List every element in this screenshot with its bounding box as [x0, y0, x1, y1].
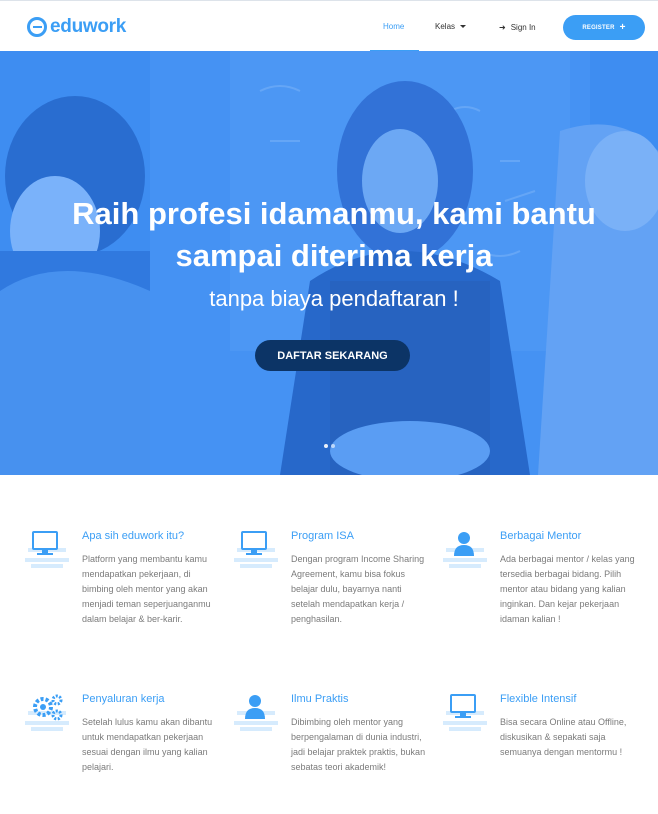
feature-title: Ilmu Praktis	[291, 693, 349, 705]
feature-description: Platform yang membantu kamu mendapatkan …	[82, 554, 211, 624]
monitor-icon	[25, 531, 69, 568]
nav-kelas-dropdown[interactable]: Kelas	[435, 22, 467, 31]
carousel-indicators	[324, 444, 335, 448]
carousel-dot[interactable]	[331, 444, 335, 448]
feature-description: Ada berbagai mentor / kelas yang tersedi…	[500, 554, 635, 624]
gears-icon	[25, 694, 69, 731]
sign-in-icon: ➜	[499, 23, 506, 32]
daftar-sekarang-button[interactable]: DAFTAR SEKARANG	[255, 340, 410, 371]
register-button[interactable]: REGISTER +	[563, 15, 645, 40]
feature-description: Dibimbing oleh mentor yang berpengalaman…	[291, 717, 426, 772]
feature-description: Dengan program Income Sharing Agreement,…	[291, 554, 425, 624]
feature-title: Penyaluran kerja	[82, 693, 165, 705]
nav-signin[interactable]: ➜ Sign In	[499, 23, 536, 32]
plus-icon: +	[619, 21, 626, 33]
eduwork-logo-icon	[27, 17, 47, 37]
caret-down-icon	[460, 25, 467, 28]
feature-title: Berbagai Mentor	[500, 530, 582, 542]
feature-description: Setelah lulus kamu akan dibantu untuk me…	[82, 717, 213, 772]
user-icon	[443, 532, 487, 568]
hero-title-line2: sampai diterima kerja	[175, 238, 493, 273]
register-label: REGISTER	[582, 24, 615, 31]
hero-title-line1: Raih profesi idamanmu, kami bantu	[72, 196, 596, 231]
feature-title: Program ISA	[291, 530, 354, 542]
nav-home[interactable]: Home	[383, 22, 404, 31]
hero-carousel: Raih profesi idamanmu, kami bantu sampai…	[0, 51, 658, 475]
monitor-icon	[443, 694, 487, 731]
user-icon	[234, 695, 278, 731]
feature-title: Flexible Intensif	[500, 693, 577, 705]
navbar: eduwork Home Kelas ➜ Sign In REGISTER +	[0, 0, 658, 52]
carousel-dot[interactable]	[324, 444, 328, 448]
hero-subtitle: tanpa biaya pendaftaran !	[209, 286, 459, 311]
hero-title: Raih profesi idamanmu, kami bantu sampai…	[0, 193, 658, 277]
logo-text: eduwork	[50, 16, 127, 37]
feature-description: Bisa secara Online atau Offline, diskusi…	[500, 717, 627, 757]
nav-kelas-label: Kelas	[435, 22, 456, 31]
logo[interactable]: eduwork	[27, 15, 126, 39]
feature-title: Apa sih eduwork itu?	[82, 530, 185, 542]
monitor-icon	[234, 531, 278, 568]
nav-signin-label: Sign In	[510, 23, 536, 32]
